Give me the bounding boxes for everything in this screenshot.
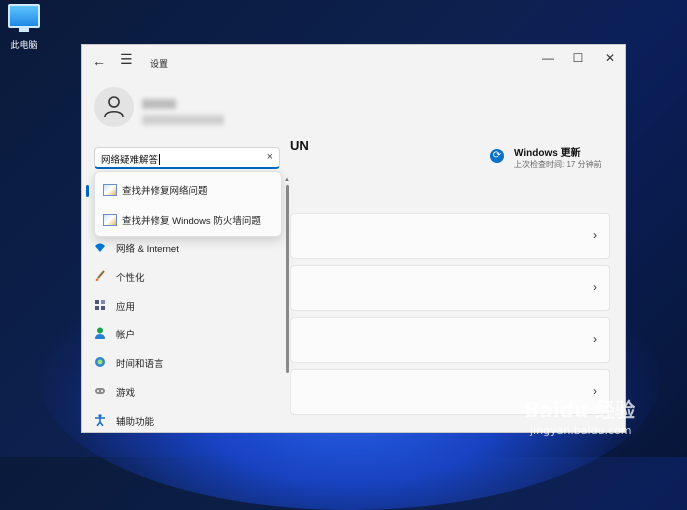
close-button[interactable]: ✕ bbox=[600, 51, 620, 65]
sidebar-item-time-language[interactable]: 时间和语言 bbox=[82, 348, 290, 376]
settings-window: ← ☰ 设置 — ☐ ✕ 网络疑难解答 × 查找并修复网络问题 查找并修复 Wi… bbox=[81, 44, 626, 433]
back-arrow-icon[interactable]: ← bbox=[92, 53, 106, 69]
sidebar-item-accessibility[interactable]: 辅助功能 bbox=[82, 406, 290, 432]
maximize-button[interactable]: ☐ bbox=[568, 51, 588, 65]
wifi-icon bbox=[95, 243, 105, 252]
person-icon bbox=[104, 96, 124, 118]
gamepad-icon bbox=[95, 388, 105, 394]
sidebar-item-label: 游戏 bbox=[116, 388, 136, 399]
desktop-icon-this-pc[interactable]: 此电脑 bbox=[4, 4, 44, 51]
suggestion-item[interactable]: 查找并修复 Windows 防火墙问题 bbox=[95, 204, 281, 234]
settings-card[interactable]: › bbox=[290, 317, 610, 363]
troubleshooter-icon bbox=[103, 184, 117, 196]
avatar[interactable] bbox=[94, 87, 134, 127]
sidebar-item-label: 时间和语言 bbox=[116, 359, 164, 370]
search-suggestions: 查找并修复网络问题 查找并修复 Windows 防火墙问题 bbox=[94, 171, 282, 237]
desktop-icon-label: 此电脑 bbox=[10, 40, 38, 50]
chevron-right-icon: › bbox=[593, 332, 597, 346]
selected-nav-indicator bbox=[86, 185, 89, 197]
troubleshooter-icon bbox=[103, 214, 117, 226]
watermark-brand: Baidu 经验 bbox=[524, 398, 636, 422]
chevron-right-icon: › bbox=[593, 228, 597, 242]
sidebar-item-label: 个性化 bbox=[116, 273, 145, 284]
minimize-button[interactable]: — bbox=[538, 51, 558, 65]
suggestion-item[interactable]: 查找并修复网络问题 bbox=[95, 174, 281, 204]
sidebar-item-label: 辅助功能 bbox=[116, 417, 155, 428]
window-title: 设置 bbox=[150, 59, 169, 69]
sidebar-item-gaming[interactable]: 游戏 bbox=[82, 377, 290, 405]
sync-icon: ⟳ bbox=[490, 149, 504, 163]
search-input-value: 网络疑难解答 bbox=[101, 152, 160, 166]
scroll-up-arrow[interactable]: ▲ bbox=[284, 177, 290, 183]
page-heading-fragment: UN bbox=[290, 138, 309, 153]
clear-search-icon[interactable]: × bbox=[267, 151, 273, 163]
hamburger-menu-icon[interactable]: ☰ bbox=[120, 51, 133, 68]
search-input[interactable]: 网络疑难解答 × bbox=[94, 147, 280, 169]
watermark-url: jingyan.baidu.com bbox=[530, 424, 632, 437]
settings-card[interactable]: › bbox=[290, 265, 610, 311]
windows-update-title[interactable]: Windows 更新 bbox=[514, 144, 581, 159]
sidebar-item-accounts[interactable]: 帐户 bbox=[82, 319, 290, 347]
monitor-icon bbox=[8, 4, 40, 28]
redacted-email bbox=[142, 115, 224, 125]
windows-update-subtitle: 上次检查时间: 17 分钟前 bbox=[514, 160, 602, 169]
sidebar-item-label: 帐户 bbox=[116, 330, 136, 341]
globe-clock-icon bbox=[95, 357, 105, 367]
title-bar: ← ☰ 设置 — ☐ ✕ bbox=[82, 45, 625, 77]
apps-icon bbox=[95, 300, 105, 310]
monitor-stand bbox=[19, 28, 29, 32]
account-icon bbox=[95, 327, 105, 339]
redacted-username bbox=[142, 99, 176, 109]
sidebar-nav: 网络 & Internet 个性化 应用 帐户 时间和语言 游戏 辅助功能 bbox=[82, 231, 290, 432]
settings-card[interactable]: › bbox=[290, 213, 610, 259]
sidebar-item-personalization[interactable]: 个性化 bbox=[82, 262, 290, 290]
sidebar-item-label: 应用 bbox=[116, 302, 136, 313]
sidebar-item-label: 网络 & Internet bbox=[116, 244, 179, 255]
sidebar-scrollbar[interactable] bbox=[286, 185, 289, 373]
brush-icon bbox=[95, 270, 105, 281]
sidebar-item-network[interactable]: 网络 & Internet bbox=[82, 233, 290, 261]
suggestion-label: 查找并修复 Windows 防火墙问题 bbox=[122, 216, 261, 227]
chevron-right-icon: › bbox=[593, 280, 597, 294]
suggestion-label: 查找并修复网络问题 bbox=[122, 186, 208, 197]
sidebar-item-apps[interactable]: 应用 bbox=[82, 291, 290, 319]
accessibility-icon bbox=[95, 414, 105, 426]
